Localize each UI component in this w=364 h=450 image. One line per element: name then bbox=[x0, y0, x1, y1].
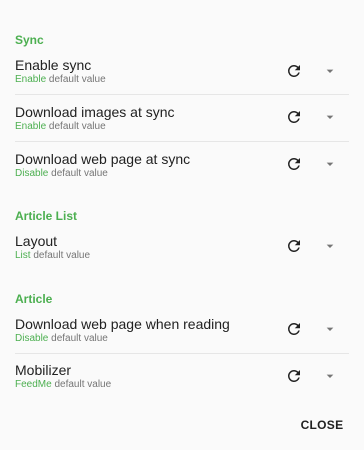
section-header-sync: Sync bbox=[15, 33, 44, 47]
refresh-icon[interactable] bbox=[285, 237, 303, 255]
setting-title: Mobilizer bbox=[15, 362, 72, 378]
setting-value: Enable bbox=[15, 74, 47, 85]
setting-subtitle: Enable default value bbox=[15, 74, 106, 85]
setting-suffix: default value bbox=[48, 333, 108, 344]
chevron-down-icon[interactable] bbox=[322, 321, 338, 337]
close-button[interactable]: CLOSE bbox=[297, 418, 347, 438]
setting-subtitle: Disable default value bbox=[15, 333, 108, 344]
setting-subtitle: Disable default value bbox=[15, 168, 108, 179]
setting-suffix: default value bbox=[30, 250, 91, 261]
refresh-icon[interactable] bbox=[285, 367, 303, 385]
setting-suffix: default value bbox=[51, 379, 112, 390]
refresh-icon[interactable] bbox=[285, 155, 303, 173]
setting-subtitle: FeedMe default value bbox=[15, 379, 111, 390]
setting-title: Download web page when reading bbox=[15, 316, 230, 332]
divider bbox=[15, 353, 349, 354]
setting-value: Enable bbox=[15, 121, 47, 132]
refresh-icon[interactable] bbox=[285, 108, 303, 126]
setting-title: Download images at sync bbox=[15, 104, 175, 120]
setting-title: Enable sync bbox=[15, 57, 92, 73]
setting-suffix: default value bbox=[46, 74, 106, 85]
divider bbox=[15, 141, 349, 142]
setting-suffix: default value bbox=[46, 121, 106, 132]
refresh-icon[interactable] bbox=[285, 62, 303, 80]
divider bbox=[15, 94, 349, 95]
refresh-icon[interactable] bbox=[285, 320, 303, 338]
chevron-down-icon[interactable] bbox=[322, 63, 338, 79]
section-header-article: Article bbox=[15, 292, 53, 306]
setting-value: Disable bbox=[15, 168, 49, 179]
setting-value: List bbox=[15, 250, 31, 261]
chevron-down-icon[interactable] bbox=[322, 238, 338, 254]
chevron-down-icon[interactable] bbox=[322, 368, 338, 384]
section-header-article-list: Article List bbox=[15, 209, 78, 223]
setting-title: Layout bbox=[15, 233, 58, 249]
chevron-down-icon[interactable] bbox=[322, 156, 338, 172]
setting-value: FeedMe bbox=[15, 379, 52, 390]
setting-value: Disable bbox=[15, 333, 49, 344]
setting-subtitle: List default value bbox=[15, 250, 90, 261]
setting-title: Download web page at sync bbox=[15, 151, 191, 167]
chevron-down-icon[interactable] bbox=[322, 109, 338, 125]
setting-subtitle: Enable default value bbox=[15, 121, 106, 132]
setting-suffix: default value bbox=[48, 168, 108, 179]
